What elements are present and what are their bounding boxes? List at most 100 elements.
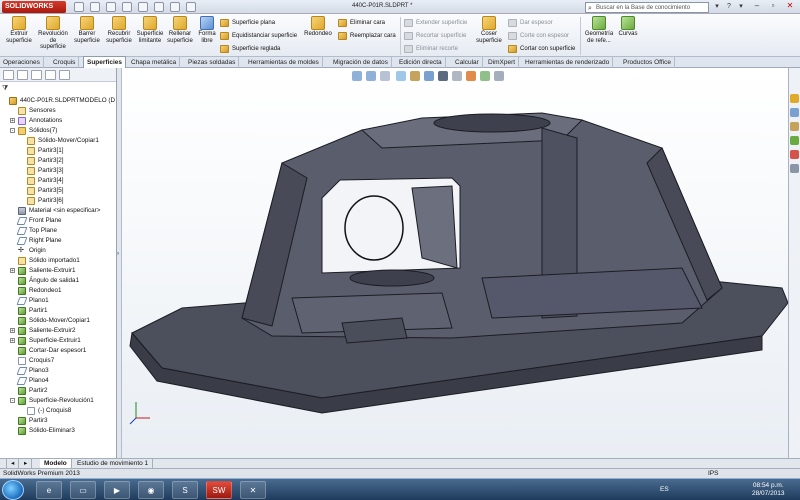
part-model[interactable] bbox=[122, 68, 788, 458]
solidworks-logo[interactable]: SOLIDWORKS bbox=[2, 1, 66, 13]
tab-productos-office[interactable]: Productos Office bbox=[620, 57, 675, 68]
planar-surface-button[interactable]: Superficie plana bbox=[220, 18, 275, 28]
clock[interactable]: 08:54 p.m. 28/07/2013 bbox=[752, 482, 785, 498]
collapse-icon[interactable]: - bbox=[10, 128, 15, 134]
tree-item[interactable]: Partir1 bbox=[0, 306, 116, 316]
select-icon[interactable] bbox=[154, 2, 164, 12]
tab-edicion-directa[interactable]: Edición directa bbox=[396, 57, 446, 68]
thicken-button[interactable]: Dar espesor bbox=[508, 18, 553, 28]
view-palette-icon[interactable] bbox=[790, 136, 799, 145]
tab-superficies[interactable]: Superficies bbox=[83, 56, 127, 68]
tree-item[interactable]: Sólido importado1 bbox=[0, 256, 116, 266]
tree-item[interactable]: 440C-P01R.SLDPRTMODELO (D bbox=[0, 96, 116, 106]
restore-icon[interactable]: ▫ bbox=[766, 1, 780, 12]
tree-item[interactable]: ✢ Origin bbox=[0, 246, 116, 256]
tree-item[interactable]: Sólido-Mover/Copiar1 bbox=[0, 316, 116, 326]
curves-button[interactable]: Curvas bbox=[616, 16, 640, 38]
tree-item[interactable]: Partir2 bbox=[0, 386, 116, 396]
tab-calcular[interactable]: Calcular bbox=[452, 57, 483, 68]
tree-item[interactable]: Cortar-Dar espesor1 bbox=[0, 346, 116, 356]
freeform-button[interactable]: Forma libre bbox=[196, 16, 218, 44]
tab-migracion-datos[interactable]: Migración de datos bbox=[330, 57, 392, 68]
rebuild-icon[interactable] bbox=[170, 2, 180, 12]
save-icon[interactable] bbox=[106, 2, 116, 12]
tree-item[interactable]: Partir3[1] bbox=[0, 146, 116, 156]
tree-item[interactable]: + Annotations bbox=[0, 116, 116, 126]
tree-item[interactable]: Material <sin especificar> bbox=[0, 206, 116, 216]
ruled-surface-button[interactable]: Superficie reglada bbox=[220, 44, 280, 54]
tree-item[interactable]: Partir3[6] bbox=[0, 196, 116, 206]
loft-surface-button[interactable]: Recubrir superficie bbox=[103, 16, 135, 44]
tree-item[interactable]: Partir3[4] bbox=[0, 176, 116, 186]
expand-icon[interactable]: + bbox=[10, 268, 15, 274]
property-manager-tab-icon[interactable] bbox=[17, 70, 28, 80]
tab-piezas-soldadas[interactable]: Piezas soldadas bbox=[185, 57, 240, 68]
language-indicator[interactable]: ES bbox=[660, 486, 669, 493]
delete-face-button[interactable]: Eliminar cara bbox=[338, 18, 385, 28]
help-dropdown-icon[interactable]: ▾ bbox=[736, 2, 746, 12]
expand-icon[interactable]: + bbox=[10, 338, 15, 344]
tree-item[interactable]: Sólido-Mover/Copiar1 bbox=[0, 136, 116, 146]
close-icon[interactable]: ✕ bbox=[783, 1, 797, 12]
media-player-icon[interactable]: ▶ bbox=[104, 481, 130, 499]
feature-manager-tab-icon[interactable] bbox=[3, 70, 14, 80]
reference-geometry-button[interactable]: Geometría de refe... bbox=[583, 16, 615, 44]
appearances-icon[interactable] bbox=[790, 150, 799, 159]
tree-item[interactable]: Plano1 bbox=[0, 296, 116, 306]
sweep-surface-button[interactable]: Barrer superficie bbox=[72, 16, 102, 44]
tree-item[interactable]: Partir3 bbox=[0, 416, 116, 426]
tab-herramientas-moldes[interactable]: Herramientas de moldes bbox=[245, 57, 323, 68]
offset-surface-button[interactable]: Equidistanciar superficie bbox=[220, 31, 297, 41]
extend-surface-button[interactable]: Extender superficie bbox=[404, 18, 467, 28]
tree-item[interactable]: Ángulo de salida1 bbox=[0, 276, 116, 286]
tab-herramientas-renderizado[interactable]: Herramientas de renderizado bbox=[522, 57, 614, 68]
chrome-icon[interactable]: ◉ bbox=[138, 481, 164, 499]
tree-item[interactable]: Top Plane bbox=[0, 226, 116, 236]
untrim-button[interactable]: Eliminar recorte bbox=[404, 44, 458, 54]
tab-dimxpert[interactable]: DimXpert bbox=[485, 57, 520, 68]
file-explorer-icon[interactable] bbox=[790, 122, 799, 131]
tab-croquis[interactable]: Croquis bbox=[50, 57, 80, 68]
print-icon[interactable] bbox=[122, 2, 132, 12]
internet-explorer-icon[interactable]: e bbox=[36, 481, 62, 499]
tree-item[interactable]: Partir3[2] bbox=[0, 156, 116, 166]
app-icon[interactable]: ✕ bbox=[240, 481, 266, 499]
tree-item[interactable]: Right Plane bbox=[0, 236, 116, 246]
tree-item[interactable]: Partir3[3] bbox=[0, 166, 116, 176]
boundary-surface-button[interactable]: Superficie limitante bbox=[135, 16, 165, 44]
units-indicator[interactable]: IPS bbox=[708, 469, 718, 478]
search-input[interactable]: ⌕ Buscar en la Base de conocimiento bbox=[585, 2, 709, 13]
options-icon[interactable] bbox=[186, 2, 196, 12]
tree-item[interactable]: Croquis7 bbox=[0, 356, 116, 366]
extrude-surface-button[interactable]: Extruir superficie bbox=[4, 16, 34, 44]
filter-icon[interactable]: ⧩ bbox=[2, 85, 8, 93]
replace-face-button[interactable]: Reemplazar cara bbox=[338, 31, 396, 41]
graphics-area[interactable] bbox=[122, 68, 788, 458]
tree-item[interactable]: - Sólidos(7) bbox=[0, 126, 116, 136]
tree-item[interactable]: + Saliente-Extruir2 bbox=[0, 326, 116, 336]
skype-icon[interactable]: S bbox=[172, 481, 198, 499]
trim-surface-button[interactable]: Recortar superficie bbox=[404, 31, 466, 41]
collapse-icon[interactable]: - bbox=[10, 398, 15, 404]
collapse-arrow-icon[interactable]: › bbox=[117, 251, 119, 257]
dimxpert-manager-tab-icon[interactable] bbox=[45, 70, 56, 80]
help-icon[interactable]: ? bbox=[724, 2, 734, 12]
display-manager-tab-icon[interactable] bbox=[59, 70, 70, 80]
revolve-surface-button[interactable]: Revolución de superficie bbox=[36, 16, 70, 51]
tree-item[interactable]: Sólido-Eliminar3 bbox=[0, 426, 116, 436]
tree-item[interactable]: Redondeo1 bbox=[0, 286, 116, 296]
tree-item[interactable]: Plano3 bbox=[0, 366, 116, 376]
tree-item[interactable]: Plano4 bbox=[0, 376, 116, 386]
fill-surface-button[interactable]: Rellenar superficie bbox=[165, 16, 195, 44]
tab-operaciones[interactable]: Operaciones bbox=[0, 57, 44, 68]
thickened-cut-button[interactable]: Corte con espesor bbox=[508, 31, 569, 41]
solidworks-taskbar-icon[interactable]: SW bbox=[206, 481, 232, 499]
expand-icon[interactable]: + bbox=[10, 118, 15, 124]
tree-item[interactable]: Front Plane bbox=[0, 216, 116, 226]
tree-item[interactable]: + Saliente-Extruir1 bbox=[0, 266, 116, 276]
tree-item[interactable]: (-) Croquis8 bbox=[0, 406, 116, 416]
start-button[interactable] bbox=[2, 480, 24, 500]
resources-icon[interactable] bbox=[790, 94, 799, 103]
custom-properties-icon[interactable] bbox=[790, 164, 799, 173]
surface-cut-button[interactable]: Cortar con superficie bbox=[508, 44, 575, 54]
